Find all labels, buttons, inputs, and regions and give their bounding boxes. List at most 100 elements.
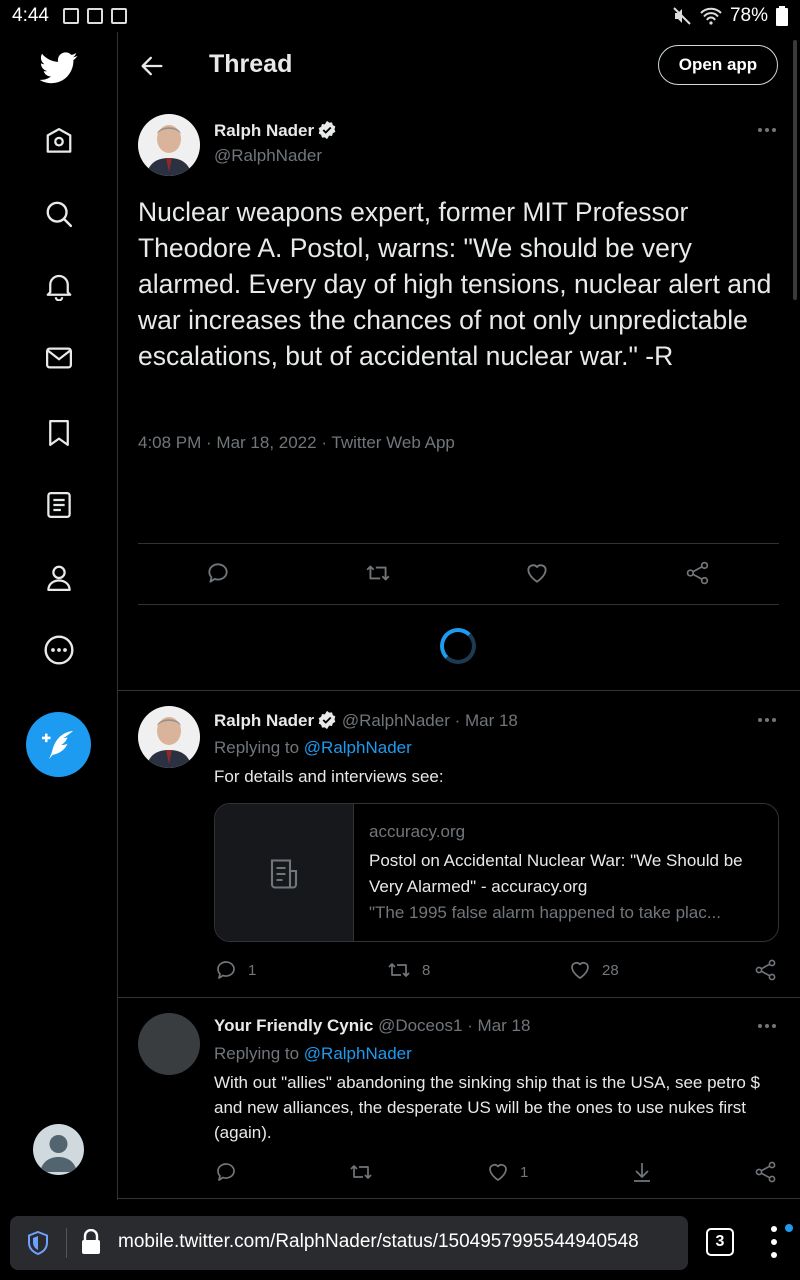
replying-to-link[interactable]: @RalphNader: [304, 738, 412, 757]
sidebar-nav: [0, 32, 118, 1200]
bookmark-icon: [49, 420, 69, 446]
divider: [138, 604, 779, 605]
sidebar-item-bookmarks[interactable]: [38, 412, 80, 454]
retweet-button[interactable]: [364, 560, 392, 586]
author-name[interactable]: Ralph Nader: [214, 121, 314, 140]
reply-avatar[interactable]: [138, 1013, 200, 1075]
reply-icon: [217, 961, 235, 979]
reply-avatar[interactable]: [138, 706, 200, 768]
thread-column: Thread Open app Ralph Nader @RalphNader …: [118, 32, 800, 1200]
list-icon: [47, 492, 71, 518]
page-title: Thread: [209, 50, 293, 78]
shield-icon[interactable]: [26, 1230, 50, 1256]
like-button[interactable]: 1: [486, 1160, 528, 1184]
wifi-icon: [700, 7, 722, 25]
sidebar-item-profile[interactable]: [38, 557, 80, 599]
compose-tweet-button[interactable]: [26, 712, 91, 777]
sidebar-item-more[interactable]: [38, 629, 80, 671]
person-icon: [47, 565, 71, 591]
url-text[interactable]: mobile.twitter.com/RalphNader/status/150…: [118, 1231, 639, 1253]
replying-to: Replying to @RalphNader: [214, 1044, 412, 1064]
share-button[interactable]: [754, 1160, 778, 1184]
home-icon: [46, 128, 72, 153]
article-icon: [270, 858, 298, 889]
reply-date[interactable]: · Mar 18: [455, 711, 518, 730]
browser-menu-button[interactable]: [764, 1226, 784, 1258]
replying-to: Replying to @RalphNader: [214, 738, 412, 758]
battery-percent: 78%: [729, 5, 768, 26]
loading-spinner: [440, 628, 476, 664]
heart-icon: [571, 962, 589, 979]
more-horizontal-icon: [758, 1024, 776, 1028]
reply-header: Ralph Nader @RalphNader · Mar 18: [214, 710, 518, 731]
lock-icon: [82, 1229, 100, 1254]
scrollbar[interactable]: [793, 40, 797, 300]
default-avatar-icon: [40, 1135, 77, 1172]
reply-author-handle[interactable]: @RalphNader: [342, 711, 450, 730]
tweet-more-button[interactable]: [752, 1016, 782, 1036]
reply-text: With out "allies" abandoning the sinking…: [214, 1073, 761, 1142]
retweet-icon: [366, 565, 390, 581]
verified-badge-icon: [318, 710, 336, 730]
reply-author-name[interactable]: Your Friendly Cynic: [214, 1016, 373, 1035]
replying-to-label: Replying to: [214, 1044, 304, 1063]
bell-icon: [46, 274, 72, 301]
verified-badge-icon: [318, 120, 336, 140]
sidebar-item-home[interactable]: [38, 120, 80, 162]
like-button[interactable]: [524, 560, 550, 586]
author-avatar[interactable]: [138, 114, 200, 176]
like-button[interactable]: 28: [568, 958, 619, 982]
sidebar-item-explore[interactable]: [38, 193, 80, 235]
reply-author-name[interactable]: Ralph Nader: [214, 711, 314, 730]
share-button[interactable]: [754, 958, 778, 982]
tweet-timestamp[interactable]: 4:08 PM · Mar 18, 2022 · Twitter Web App: [138, 433, 455, 453]
back-button[interactable]: [138, 52, 166, 80]
reply-author-handle[interactable]: @Doceos1: [378, 1016, 462, 1035]
card-thumbnail: [215, 804, 354, 941]
status-bar: 4:44 78%: [0, 0, 800, 32]
like-count: 28: [602, 961, 619, 979]
browser-toolbar: mobile.twitter.com/RalphNader/status/150…: [0, 1200, 800, 1280]
tab-switcher-button[interactable]: 3: [706, 1228, 734, 1256]
divider: [118, 1198, 800, 1199]
reply-button[interactable]: [205, 560, 231, 586]
share-button[interactable]: [685, 560, 711, 586]
account-avatar[interactable]: [33, 1124, 84, 1175]
sidebar-item-lists[interactable]: [38, 484, 80, 526]
search-icon: [46, 201, 73, 228]
heart-icon: [489, 1164, 507, 1181]
twitter-logo-icon[interactable]: [39, 52, 78, 84]
share-icon: [755, 959, 776, 981]
author-photo: [138, 114, 200, 176]
mute-icon: [673, 7, 691, 25]
link-card[interactable]: accuracy.org Postol on Accidental Nuclea…: [214, 803, 779, 942]
card-title: Postol on Accidental Nuclear War: "We Sh…: [369, 851, 743, 896]
sidebar-item-notifications[interactable]: [38, 265, 80, 307]
open-app-button[interactable]: Open app: [658, 45, 778, 85]
tweet-more-button[interactable]: [752, 710, 782, 730]
address-bar[interactable]: mobile.twitter.com/RalphNader/status/150…: [10, 1216, 688, 1270]
more-horizontal-icon: [758, 128, 776, 132]
battery-icon: [776, 6, 788, 26]
author-handle[interactable]: @RalphNader: [214, 146, 322, 166]
retweet-count: 8: [422, 961, 431, 979]
mail-icon: [46, 347, 72, 369]
reply-header: Your Friendly Cynic @Doceos1 · Mar 18: [214, 1016, 530, 1036]
reply-button[interactable]: [214, 1160, 238, 1184]
reply-button[interactable]: 1: [214, 958, 256, 982]
status-icons: [62, 8, 127, 24]
retweet-icon: [388, 963, 410, 977]
more-circle-icon: [44, 635, 74, 665]
reply-text: For details and interviews see:: [214, 767, 444, 786]
download-icon: [634, 1163, 650, 1182]
tweet-more-button[interactable]: [752, 120, 782, 140]
retweet-button[interactable]: [348, 1160, 374, 1184]
sidebar-item-messages[interactable]: [38, 337, 80, 379]
divider: [138, 543, 779, 544]
retweet-button[interactable]: 8: [386, 958, 430, 982]
download-button[interactable]: [630, 1160, 654, 1184]
gallery-notification-icon: [62, 8, 79, 24]
replying-to-link[interactable]: @RalphNader: [304, 1044, 412, 1063]
reply-date[interactable]: · Mar 18: [467, 1016, 530, 1035]
clock: 4:44: [12, 5, 49, 26]
